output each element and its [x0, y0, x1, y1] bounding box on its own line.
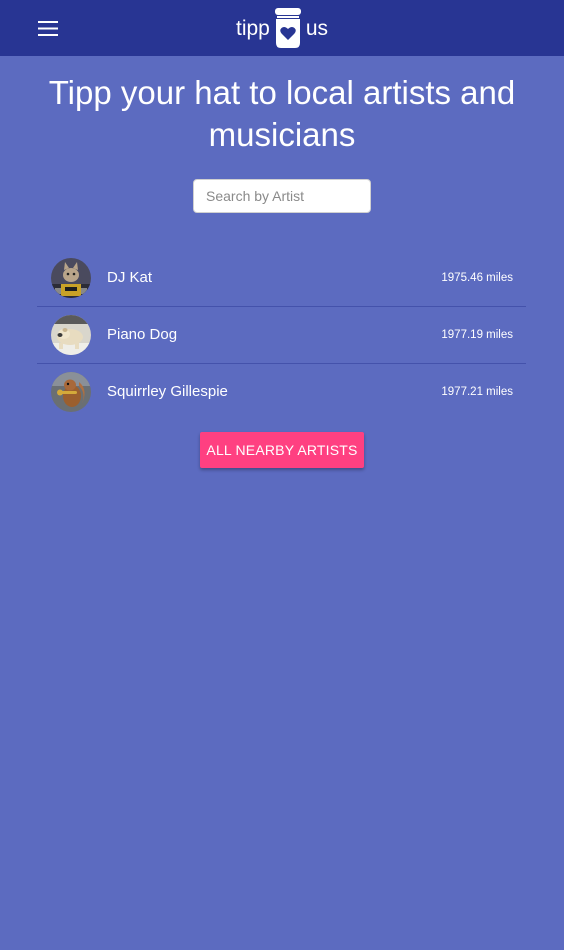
top-app-bar: tipp us	[0, 0, 564, 56]
artist-name: Piano Dog	[107, 326, 178, 343]
artist-distance: 1975.46 miles	[441, 272, 513, 284]
tip-jar-heart-icon	[274, 8, 301, 48]
cat-dj-avatar	[51, 258, 91, 298]
logo-text-right: us	[305, 16, 329, 40]
artist-name: Squirrley Gillespie	[107, 383, 228, 400]
logo-text-left: tipp	[236, 16, 270, 40]
artist-list-item[interactable]: Piano Dog 1977.19 miles	[37, 307, 526, 364]
artist-distance: 1977.21 miles	[441, 386, 513, 398]
artist-list-item[interactable]: DJ Kat 1975.46 miles	[37, 250, 526, 307]
menu-button[interactable]	[34, 14, 62, 42]
artist-name: DJ Kat	[107, 269, 153, 286]
artist-distance: 1977.19 miles	[441, 329, 513, 341]
squirrel-trumpet-avatar	[51, 372, 91, 412]
dog-piano-avatar	[51, 315, 91, 355]
hamburger-menu-icon	[38, 20, 58, 36]
app-logo[interactable]: tipp us	[236, 6, 328, 50]
nearby-artist-list: DJ Kat 1975.46 miles Piano Dog 1977.19 m…	[37, 250, 526, 420]
page-headline: Tipp your hat to local artists and music…	[48, 74, 516, 153]
artist-search-input[interactable]	[193, 179, 371, 213]
all-nearby-artists-button[interactable]: ALL NEARBY ARTISTS	[200, 432, 364, 468]
artist-list-item[interactable]: Squirrley Gillespie 1977.21 miles	[37, 364, 526, 420]
